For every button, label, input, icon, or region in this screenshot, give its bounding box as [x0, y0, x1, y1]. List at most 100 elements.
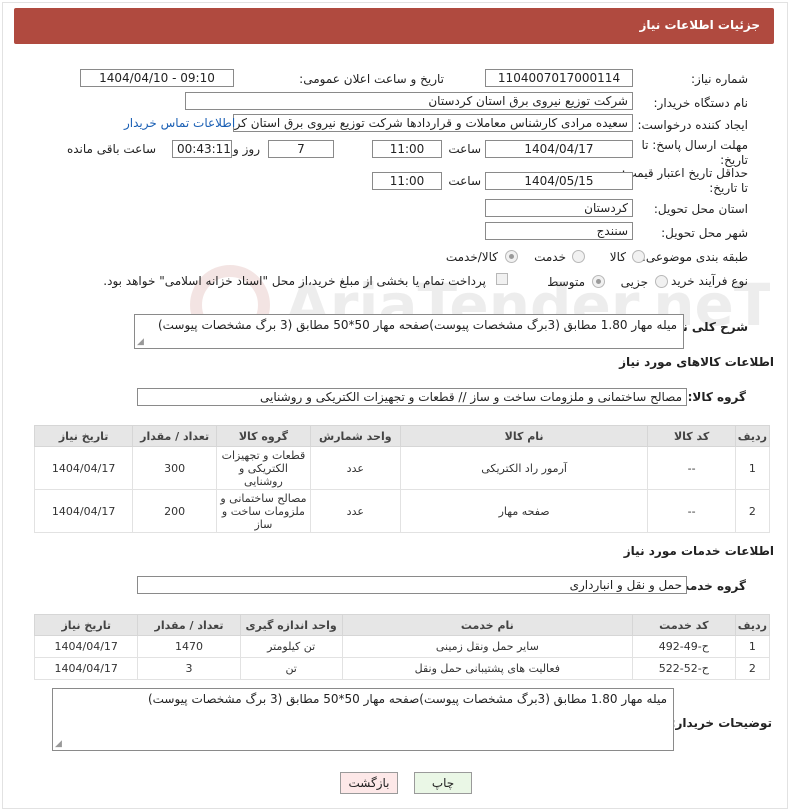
services-table: ردیف کد خدمت نام خدمت واحد اندازه گیری ت…: [33, 614, 771, 680]
goods-table: ردیف کد کالا نام کالا واحد شمارش گروه کا…: [33, 425, 771, 533]
category-option-goods-service: کالا/خدمت: [445, 250, 498, 264]
services-cell: 1470: [137, 635, 241, 658]
services-cell: تن کیلومتر: [239, 635, 343, 658]
reply-deadline-label: مهلت ارسال پاسخ: تا تاریخ:: [641, 138, 748, 167]
buyer-contact-link[interactable]: اطلاعات تماس خریدار: [124, 116, 235, 130]
reply-date-field: 1404/04/17: [485, 140, 633, 158]
resize-grip-icon[interactable]: ◢: [55, 739, 62, 749]
services-col-unit: واحد اندازه گیری: [239, 614, 343, 636]
goods-col-date: تاریخ نیاز: [33, 425, 134, 447]
services-col-date: تاریخ نیاز: [33, 614, 139, 636]
city-label: شهر محل تحویل:: [661, 226, 748, 240]
province-field: کردستان: [485, 199, 633, 217]
goods-cell: 2: [734, 489, 771, 533]
price-validity-label: حداقل تاریخ اعتبار قیمت: تا تاریخ:: [621, 166, 748, 195]
goods-table-header: ردیف کد کالا نام کالا واحد شمارش گروه کا…: [33, 425, 771, 447]
days-label: روز و: [233, 142, 260, 156]
goods-col-unit: واحد شمارش: [309, 425, 401, 447]
price-date-field: 1404/05/15: [485, 172, 633, 190]
price-time-field: 11:00: [372, 172, 442, 190]
goods-col-group: گروه کالا: [216, 425, 311, 447]
category-label: طبقه بندی موضوعی:: [641, 250, 748, 264]
services-table-header: ردیف کد خدمت نام خدمت واحد اندازه گیری ت…: [33, 614, 771, 636]
category-option-goods: کالا: [609, 250, 626, 264]
goods-cell: مصالح ساختمانی و ملزومات ساخت و ساز: [216, 489, 311, 533]
goods-group-field: مصالح ساختمانی و ملزومات ساخت و ساز // ق…: [137, 388, 687, 406]
services-group-field: حمل و نقل و انبارداری: [137, 576, 687, 594]
goods-col-code: کد کالا: [647, 425, 736, 447]
process-radio-partial[interactable]: [655, 275, 668, 288]
remaining-time-field: 00:43:11: [172, 140, 232, 158]
reply-time-field: 11:00: [372, 140, 442, 158]
category-radio-goods-service[interactable]: [505, 250, 518, 263]
category-radio-service[interactable]: [572, 250, 585, 263]
process-option-medium: متوسط: [547, 275, 585, 289]
services-col-row: ردیف: [734, 614, 771, 636]
goods-cell: --: [647, 446, 736, 490]
announce-label: تاریخ و ساعت اعلان عمومی:: [299, 72, 444, 86]
province-label: استان محل تحویل:: [653, 202, 748, 216]
services-section-title: اطلاعات خدمات مورد نیاز: [623, 544, 774, 558]
price-time-label: ساعت: [448, 174, 481, 188]
process-radio-medium[interactable]: [592, 275, 605, 288]
buyer-org-field: شرکت توزیع نیروی برق استان کردستان: [185, 92, 633, 110]
goods-table-row[interactable]: 1 -- آرمور راد الکتریکی عدد قطعات و تجهی…: [33, 446, 771, 490]
goods-cell: --: [647, 489, 736, 533]
buyer-org-label: نام دستگاه خریدار:: [653, 96, 749, 110]
goods-table-row[interactable]: 2 -- صفحه مهار عدد مصالح ساختمانی و ملزو…: [33, 489, 771, 533]
city-field: سنندج: [485, 222, 633, 240]
services-table-row[interactable]: 1 ح-49-492 سایر حمل ونقل زمینی تن کیلومت…: [33, 635, 771, 658]
reply-time-label: ساعت: [448, 142, 481, 156]
need-number-label: شماره نیاز:: [691, 72, 748, 86]
services-col-qty: تعداد / مقدار: [137, 614, 241, 636]
buyer-notes-label: توضیحات خریدار:: [670, 716, 772, 730]
goods-cell: 300: [132, 446, 218, 490]
services-cell: 3: [137, 657, 241, 680]
goods-group-label: گروه کالا:: [687, 390, 746, 404]
services-cell: 1404/04/17: [33, 657, 139, 680]
process-option-partial: جزیی: [620, 275, 648, 289]
back-button[interactable]: بازگشت: [340, 772, 398, 794]
buyer-notes-text: میله مهار 1.80 مطابق (3برگ مشخصات پیوست)…: [147, 692, 667, 706]
treasury-payment-note: پرداخت تمام یا بخشی از مبلغ خرید،از محل …: [103, 274, 486, 288]
category-radio-goods[interactable]: [632, 250, 645, 263]
category-option-service: خدمت: [534, 250, 566, 264]
goods-cell: قطعات و تجهیزات الکتریکی و روشنایی: [216, 446, 311, 490]
header-bar: جزئیات اطلاعات نیاز: [14, 8, 774, 44]
buyer-notes-textarea[interactable]: میله مهار 1.80 مطابق (3برگ مشخصات پیوست)…: [52, 688, 674, 751]
treasury-payment-checkbox[interactable]: [496, 273, 508, 285]
goods-section-title: اطلاعات کالاهای مورد نیاز: [619, 355, 774, 369]
goods-cell: 200: [132, 489, 218, 533]
description-text: میله مهار 1.80 مطابق (3برگ مشخصات پیوست)…: [157, 318, 677, 332]
need-number-field: 1104007017000114: [485, 69, 633, 87]
services-col-code: کد خدمت: [631, 614, 736, 636]
services-table-row[interactable]: 2 ح-52-522 فعالیت های پشتیبانی حمل ونقل …: [33, 657, 771, 680]
services-col-name: نام خدمت: [341, 614, 633, 636]
resize-grip-icon[interactable]: ◢: [137, 337, 144, 347]
goods-cell: 1: [734, 446, 771, 490]
services-cell: 2: [734, 657, 771, 680]
services-cell: ح-52-522: [631, 657, 736, 680]
goods-cell: آرمور راد الکتریکی: [399, 446, 649, 490]
remaining-time-label: ساعت باقی مانده: [66, 142, 156, 156]
goods-col-row: ردیف: [734, 425, 771, 447]
goods-col-qty: تعداد / مقدار: [132, 425, 218, 447]
print-button[interactable]: چاپ: [414, 772, 472, 794]
services-cell: فعالیت های پشتیبانی حمل ونقل: [341, 657, 633, 680]
goods-cell: عدد: [309, 489, 401, 533]
goods-cell: 1404/04/17: [33, 446, 134, 490]
description-textarea[interactable]: میله مهار 1.80 مطابق (3برگ مشخصات پیوست)…: [134, 314, 684, 349]
services-cell: سایر حمل ونقل زمینی: [341, 635, 633, 658]
services-cell: تن: [239, 657, 343, 680]
goods-cell: عدد: [309, 446, 401, 490]
goods-col-name: نام کالا: [399, 425, 649, 447]
header-title: جزئیات اطلاعات نیاز: [639, 18, 760, 32]
requester-field: سعیده مرادی کارشناس معاملات و قراردادها …: [233, 114, 633, 132]
days-field: 7: [268, 140, 334, 158]
goods-cell: 1404/04/17: [33, 489, 134, 533]
goods-cell: صفحه مهار: [399, 489, 649, 533]
process-label: نوع فرآیند خرید :: [663, 274, 748, 288]
requester-label: ایجاد کننده درخواست:: [637, 118, 748, 132]
services-cell: 1: [734, 635, 771, 658]
services-cell: 1404/04/17: [33, 635, 139, 658]
